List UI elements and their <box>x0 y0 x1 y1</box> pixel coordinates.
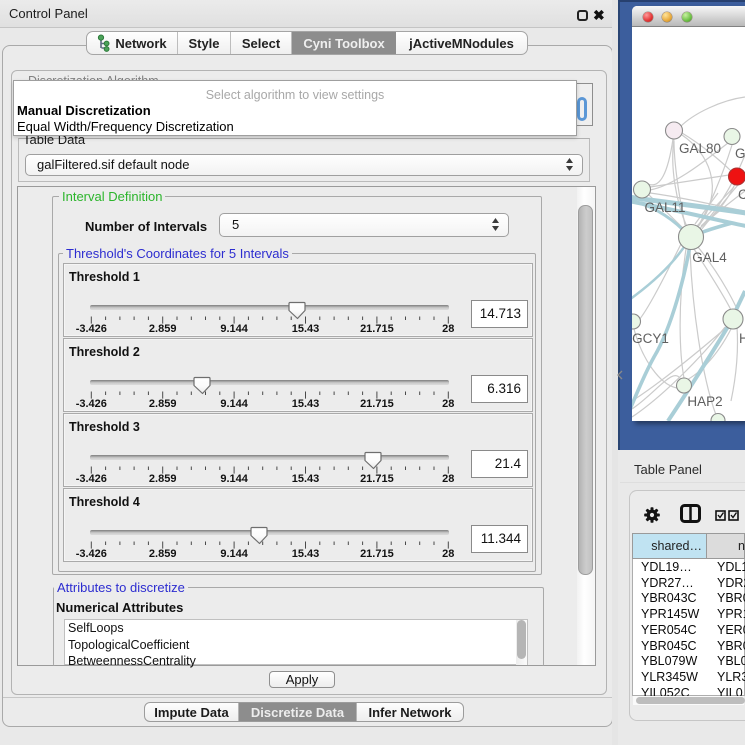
svg-text:GAL4: GAL4 <box>692 250 727 265</box>
svg-text:GAL80: GAL80 <box>679 141 721 156</box>
svg-text:H: H <box>739 331 745 346</box>
svg-text:GA: GA <box>735 146 745 161</box>
svg-text:GCY1: GCY1 <box>632 331 669 346</box>
svg-text:HAP2: HAP2 <box>687 394 722 409</box>
svg-text:GAL11: GAL11 <box>644 200 685 215</box>
svg-text:CA: CA <box>738 187 745 202</box>
